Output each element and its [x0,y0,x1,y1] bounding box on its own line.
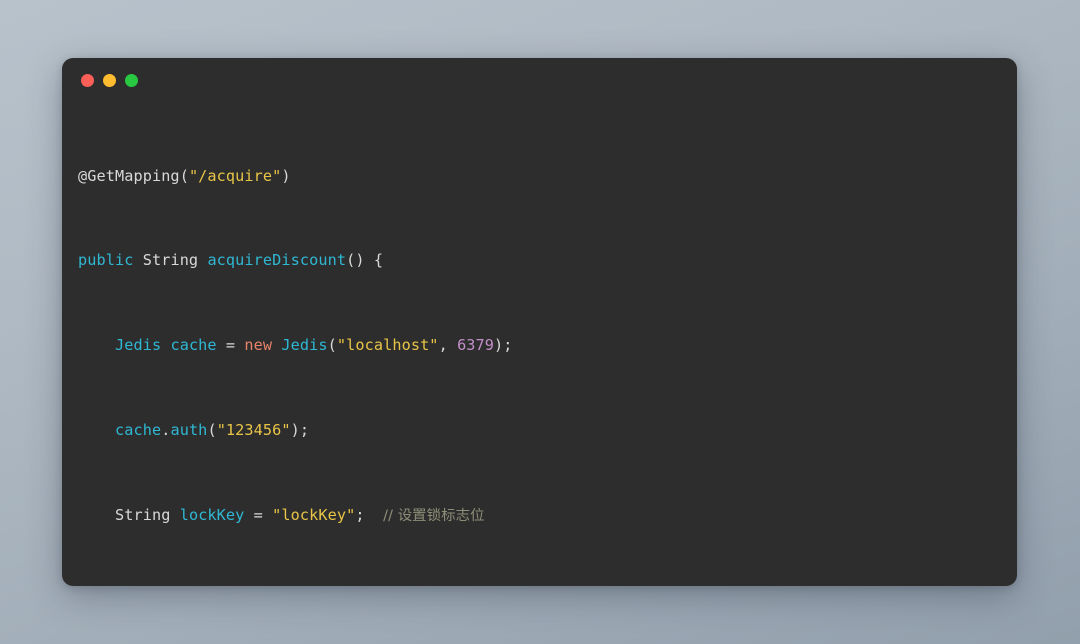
close-button-icon[interactable] [81,73,94,87]
assign-op: = [225,336,236,355]
type-string: String [114,505,171,524]
annotation-getmapping: @GetMapping [78,166,180,185]
close-semi: ); [290,421,310,439]
window-titlebar [62,58,1017,102]
type-jedis: Jedis [114,336,162,355]
type-jedis-ctor: Jedis [281,336,328,355]
semi: ; [355,505,365,524]
paren: ( [207,421,217,439]
minimize-button-icon[interactable] [103,73,116,87]
string-password: "123456" [216,421,291,439]
parens-empty: () { [346,251,384,270]
comment-line5: // 设置锁标志位 [383,507,485,524]
maximize-button-icon[interactable] [125,73,138,87]
code-line-5: String lockKey = "lockKey"; // 设置锁标志位 [78,505,997,526]
code-line-1: @GetMapping("/acquire") [78,166,997,187]
code-line-2: public String acquireDiscount() { [78,250,997,271]
code-line-3: Jedis cache = new Jedis("localhost", 637… [78,335,997,356]
number-6379: 6379 [457,336,495,355]
code-window: @GetMapping("/acquire") public String ac… [62,58,1017,586]
var-cache: cache [114,421,162,439]
method-acquirediscount: acquireDiscount [207,251,347,270]
var-lockkey: lockKey [179,505,245,524]
paren-close: ) [281,166,291,185]
keyword-new: new [244,336,273,355]
paren-open: ( [179,166,189,185]
code-content[interactable]: @GetMapping("/acquire") public String ac… [62,102,1017,586]
keyword-public: public [78,251,134,270]
comma: , [438,336,458,355]
method-auth: auth [170,421,208,439]
paren: ( [327,336,337,355]
code-line-4: cache.auth("123456"); [78,420,997,441]
string-acquire-path: "/acquire" [188,166,282,185]
type-string: String [142,251,199,270]
string-localhost: "localhost" [336,336,439,355]
close-semi: ); [494,336,513,355]
var-cache: cache [170,336,217,355]
string-lockkey: "lockKey" [272,505,356,524]
assign-op: = [253,505,263,524]
